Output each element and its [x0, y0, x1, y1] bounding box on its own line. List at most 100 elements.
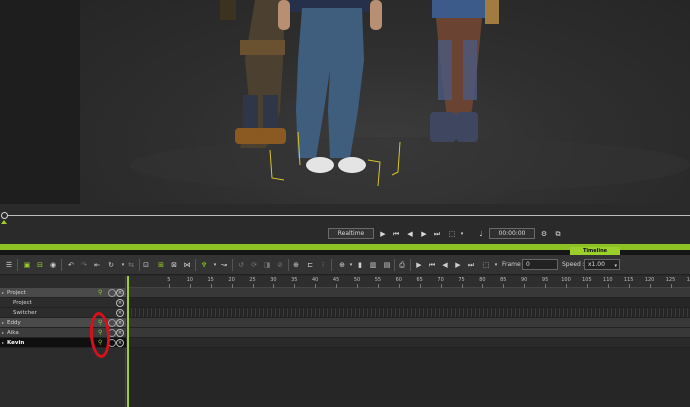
- track-label: Aika: [7, 330, 19, 336]
- go-to-end-icon[interactable]: ⏭: [432, 229, 442, 239]
- ruler-tick-label: 50: [353, 277, 361, 283]
- transition-icon[interactable]: ⋈: [182, 260, 192, 270]
- toolbar-next-icon[interactable]: ▶: [453, 260, 463, 270]
- track-lane[interactable]: [127, 298, 690, 308]
- redo-icon[interactable]: ↷: [79, 260, 89, 270]
- ruler-tick-label: 105: [582, 277, 592, 283]
- toolbar-divider: [195, 259, 196, 271]
- motion-layer-icon[interactable]: ♆: [199, 260, 209, 270]
- ruler-tick-label: 40: [312, 277, 319, 283]
- speed-select[interactable]: x1.00 ▾: [584, 259, 620, 270]
- close-icon[interactable]: ×: [116, 319, 124, 327]
- viewport-left-margin: [0, 0, 80, 204]
- expand-arrow-icon[interactable]: ▸: [2, 340, 4, 345]
- expand-arrow-icon[interactable]: ▸: [2, 330, 4, 335]
- scrub-handle[interactable]: [1, 212, 8, 219]
- character-eddy[interactable]: [220, 0, 286, 148]
- clip-green-icon[interactable]: ⊞: [156, 260, 166, 270]
- toolbar-start-icon[interactable]: ⏮: [427, 260, 437, 270]
- track-label: Project: [13, 300, 32, 306]
- link-icon[interactable]: ⇆: [126, 260, 136, 270]
- collect-clip-icon[interactable]: ⊏: [305, 260, 315, 270]
- loop-clip-icon[interactable]: ↺: [236, 260, 246, 270]
- track-label: Switcher: [13, 310, 37, 316]
- blend-icon[interactable]: ◨: [262, 260, 272, 270]
- snapshot-icon[interactable]: ⎙: [397, 260, 407, 270]
- loop-icon[interactable]: ⬚: [446, 229, 458, 239]
- play-icon[interactable]: ▶: [378, 229, 388, 239]
- fit-view-icon[interactable]: ⊡: [141, 260, 151, 270]
- time-code-field[interactable]: 00:00:00: [489, 228, 535, 239]
- show-tracks-icon[interactable]: ▣: [22, 260, 32, 270]
- filter-icon[interactable]: ⫶: [318, 260, 328, 270]
- track-lane[interactable]: [127, 308, 690, 318]
- track-label: Project: [7, 290, 26, 296]
- toolbar-divider: [394, 259, 395, 271]
- levels-icon[interactable]: ▤: [382, 260, 392, 270]
- loop-dropdown-icon[interactable]: ▾: [458, 229, 466, 239]
- go-to-start-icon[interactable]: ⏮: [391, 229, 401, 239]
- toolbar-prev-icon[interactable]: ◀: [440, 260, 450, 270]
- reset-icon[interactable]: ⊘: [275, 260, 285, 270]
- track-area[interactable]: [127, 288, 690, 407]
- scrub-track[interactable]: [6, 215, 690, 216]
- speed-clip-icon[interactable]: ⟳: [249, 260, 259, 270]
- ruler-tick-label: 115: [623, 277, 634, 283]
- toolbar-end-icon[interactable]: ⏭: [466, 260, 476, 270]
- ruler-tick-label: 35: [291, 277, 298, 283]
- visibility-icon[interactable]: [108, 289, 116, 297]
- track-row[interactable]: Switcher ×: [0, 308, 126, 318]
- menu-list-icon[interactable]: ☰: [4, 260, 14, 270]
- break-clip-icon[interactable]: ⊠: [169, 260, 179, 270]
- close-icon[interactable]: ×: [116, 289, 124, 297]
- ruler-tick-label: 45: [332, 277, 340, 283]
- visibility-icon[interactable]: ◉: [48, 260, 58, 270]
- close-icon[interactable]: ×: [116, 299, 124, 307]
- next-frame-icon[interactable]: ▶: [419, 229, 429, 239]
- ruler-tick-label: 20: [228, 277, 235, 283]
- track-lane[interactable]: [127, 288, 690, 298]
- expand-arrow-icon[interactable]: ▸: [2, 320, 4, 325]
- track-lane[interactable]: [127, 338, 690, 348]
- toolbar-divider: [232, 259, 233, 271]
- character-aika[interactable]: [430, 0, 499, 142]
- ruler-tick-label: 15: [207, 277, 214, 283]
- track-lane[interactable]: [127, 328, 690, 338]
- toolbar-divider: [17, 259, 18, 271]
- close-icon[interactable]: ×: [116, 329, 124, 337]
- track-row[interactable]: ▸ Project ⚲ ×: [0, 288, 126, 298]
- ruler-tick-label: 60: [395, 277, 402, 283]
- expand-tracks-icon[interactable]: ⊟: [35, 260, 45, 270]
- histogram-icon[interactable]: ▥: [368, 260, 378, 270]
- timeline-ruler[interactable]: 5 10 15 20 25 30 35 40 45 50 55 60 65 70 75 80 85 90 95 100…: [127, 276, 690, 288]
- export-icon[interactable]: ⧉: [553, 229, 563, 239]
- expand-arrow-icon[interactable]: ▸: [2, 290, 4, 295]
- insert-icon[interactable]: ⊕: [291, 260, 301, 270]
- track-lane[interactable]: [127, 318, 690, 328]
- track-label: Eddy: [7, 320, 21, 326]
- pin-icon[interactable]: ⚲: [98, 289, 106, 297]
- speed-label: Speed :: [562, 261, 585, 268]
- audio-icon[interactable]: ♩: [476, 229, 486, 239]
- settings-gear-icon[interactable]: ⚙: [539, 229, 549, 239]
- ruler-tick-label: 65: [416, 277, 423, 283]
- frame-input[interactable]: 0: [522, 259, 558, 270]
- track-row[interactable]: Project ×: [0, 298, 126, 308]
- undo-icon[interactable]: ↶: [66, 260, 76, 270]
- toolbar-loop-icon[interactable]: ⬚: [481, 260, 491, 270]
- cut-icon[interactable]: ⇤: [92, 260, 102, 270]
- viewport-scene[interactable]: [80, 0, 690, 204]
- toolbar-divider: [288, 259, 289, 271]
- visibility-icon[interactable]: [108, 319, 116, 327]
- toolbar-loop-dropdown-icon[interactable]: ▾: [491, 260, 501, 270]
- bars-icon[interactable]: ▮: [355, 260, 365, 270]
- close-icon[interactable]: ×: [116, 309, 124, 317]
- close-icon[interactable]: ×: [116, 339, 124, 347]
- timeline-toolbar: ☰ ▣ ⊟ ◉ ↶ ↷ ⇤ ↻ ▾ ⇆ ⊡ ⊞ ⊠ ⋈ ♆ ▾ ↝ ↺ ⟳ ◨ …: [0, 255, 690, 275]
- time-cursor[interactable]: [127, 276, 129, 407]
- toolbar-play-icon[interactable]: ▶: [414, 260, 424, 270]
- realtime-dropdown[interactable]: Realtime: [328, 228, 374, 239]
- curve-icon[interactable]: ↝: [219, 260, 229, 270]
- previous-frame-icon[interactable]: ◀: [405, 229, 415, 239]
- sync-icon[interactable]: ↻: [106, 260, 116, 270]
